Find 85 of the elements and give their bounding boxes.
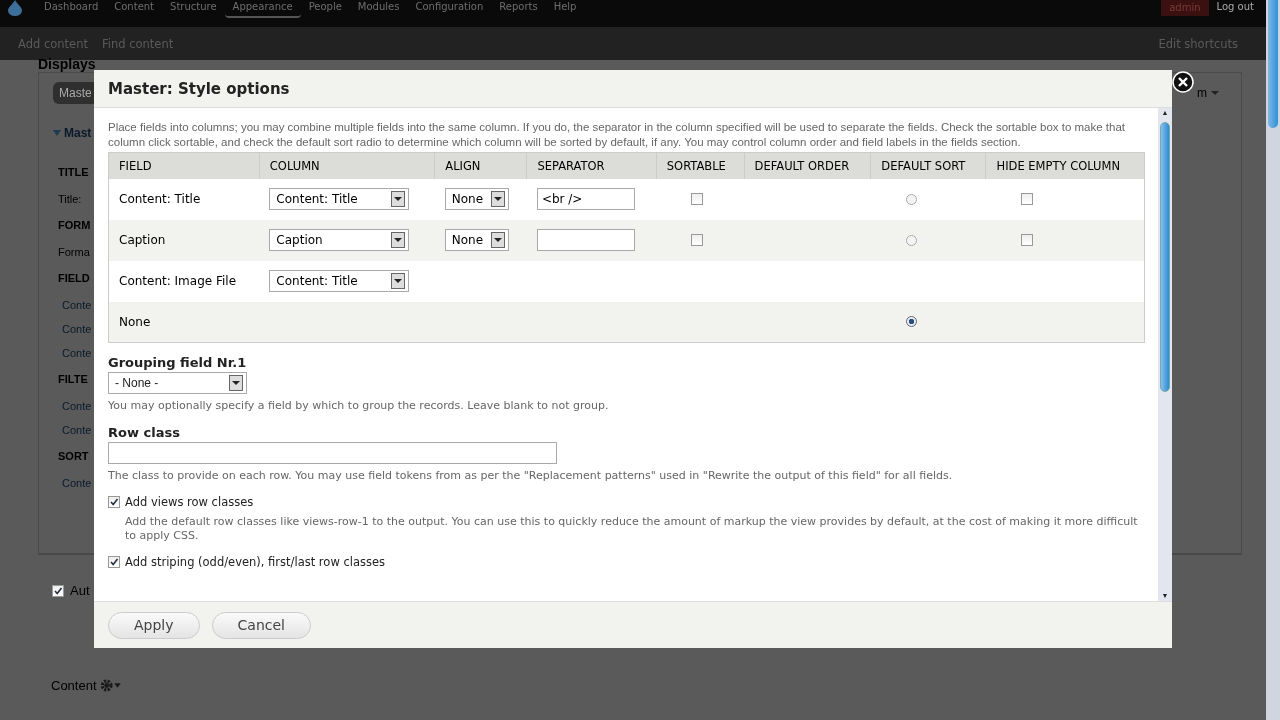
section-heading: SORT [58,449,89,464]
caret-icon[interactable] [391,232,406,248]
display-dropdown[interactable]: m [1197,86,1207,100]
setting-link[interactable]: Conte [62,418,92,442]
scrollbar[interactable] [1266,0,1280,720]
edit-shortcuts-link[interactable]: Edit shortcuts [1158,36,1238,51]
column-select[interactable]: Content: Title [269,270,410,292]
shortcut-link[interactable]: Find content [101,36,174,51]
menu-link[interactable]: Content [106,0,163,16]
caret-icon[interactable] [490,232,505,248]
option-checkbox[interactable] [108,556,120,568]
setting-text: Forma [58,245,90,260]
field-name: Content: Title [119,192,201,206]
help-text: The class to provide on each row. You may use field tokens from as per the "Replacement patterns" used in "Rewrite the output of this field" for all fields. [108,469,954,483]
sortable-checkbox[interactable] [691,234,704,246]
caret-icon[interactable] [490,191,505,207]
hide-empty-checkbox[interactable] [1021,234,1033,246]
column-select[interactable]: Content: Title [269,188,410,210]
description-text: Place fields into columns; you may combine multiple fields into the same column. If you do, the separator in the column specified will be used to separate the fields. Check the sortable box to make that column click sortable, and check the default sort radio to determine which column will be sorted by default, if any. You may control column order and field labels in the fields section. [108,120,1126,150]
apply-button[interactable]: Apply [108,611,200,639]
section-label: Content [51,678,97,693]
help-text: Add the default row classes like views-row-1 to the output. You can use this to quickly reduce the amount of markup the view provides by default, at the cost of making it more difficult to apply CSS. [125,515,1139,543]
setting-link[interactable]: Conte [62,341,92,365]
column-select[interactable]: Caption [269,229,410,251]
option-checkbox[interactable] [108,496,120,508]
cancel-button[interactable]: Cancel [211,611,311,639]
caret-icon[interactable] [229,375,243,391]
section-heading: FILTE [58,372,88,387]
column-header: DEFAULT SORT [870,152,986,179]
menu-link[interactable]: Structure [162,0,225,16]
default-sort-radio[interactable] [905,316,917,328]
setting-link[interactable]: Conte [62,394,92,418]
menu-link[interactable]: Modules [349,0,408,16]
menu-link[interactable]: Configuration [407,0,492,16]
shortcut-link[interactable]: Add content [18,36,88,51]
column-header: DEFAULT ORDER [744,152,871,179]
default-sort-radio[interactable] [905,193,917,205]
sortable-checkbox[interactable] [691,193,704,205]
section-title[interactable]: Mast [64,126,92,140]
column-header: SEPARATOR [526,152,657,179]
column-header: ALIGN [434,152,527,179]
setting-link[interactable]: Conte [62,293,92,317]
hide-empty-checkbox[interactable] [1021,193,1033,205]
drop-logo-icon[interactable] [8,0,22,16]
caret-icon[interactable] [391,191,406,207]
checkbox-label: Add striping (odd/even), first/last row classes [125,555,386,569]
setting-text: Title: [58,192,82,207]
close-icon[interactable] [1172,71,1194,93]
menu-link[interactable]: Reports [491,0,546,16]
checkbox-label: Add views row classes [125,495,254,509]
setting-link[interactable]: Conte [62,471,92,495]
field-label: Grouping field Nr.1 [108,355,248,370]
caret-icon[interactable] [391,273,406,289]
separator-field[interactable] [536,229,635,251]
separator-field[interactable]: <br /> [536,188,635,210]
align-select[interactable]: None [444,188,509,210]
section-heading: FIELD [58,271,90,286]
field-label: Row class [108,425,181,440]
default-sort-radio[interactable] [905,234,917,246]
auto-checkbox[interactable] [52,584,64,597]
collapse-triangle-icon[interactable] [53,130,61,136]
align-select[interactable]: None [444,229,509,251]
row-class-field[interactable] [108,442,557,464]
menu-link[interactable]: People [300,0,350,16]
field-name: Caption [119,233,166,247]
gear-icon[interactable] [99,679,122,692]
column-header: FIELD [108,152,260,179]
field-name: None [119,314,151,329]
column-header: HIDE EMPTY COLUMN [986,152,1145,179]
menu-link[interactable]: Appearance [224,0,301,18]
column-header: SORTABLE [656,152,745,179]
dialog-title: Master: Style options [108,79,290,98]
column-header: COLUMN [259,152,435,179]
page-heading: Displays [38,56,96,72]
field-name: Content: Image File [119,274,237,288]
menu-link[interactable]: Help [545,0,585,16]
setting-link[interactable]: Conte [62,317,92,341]
section-heading: TITLE [58,165,89,180]
logout-link[interactable]: Log out [1208,0,1262,16]
grouping-select[interactable]: - None - [108,372,247,394]
section-heading: FORM [58,218,91,233]
help-text: You may optionally specify a field by which to group the records. Leave blank to not group. [108,399,610,413]
menu-link[interactable]: Dashboard [36,0,107,16]
checkbox-label: Aut [70,583,90,598]
scrollbar-thumb[interactable] [1160,122,1170,392]
